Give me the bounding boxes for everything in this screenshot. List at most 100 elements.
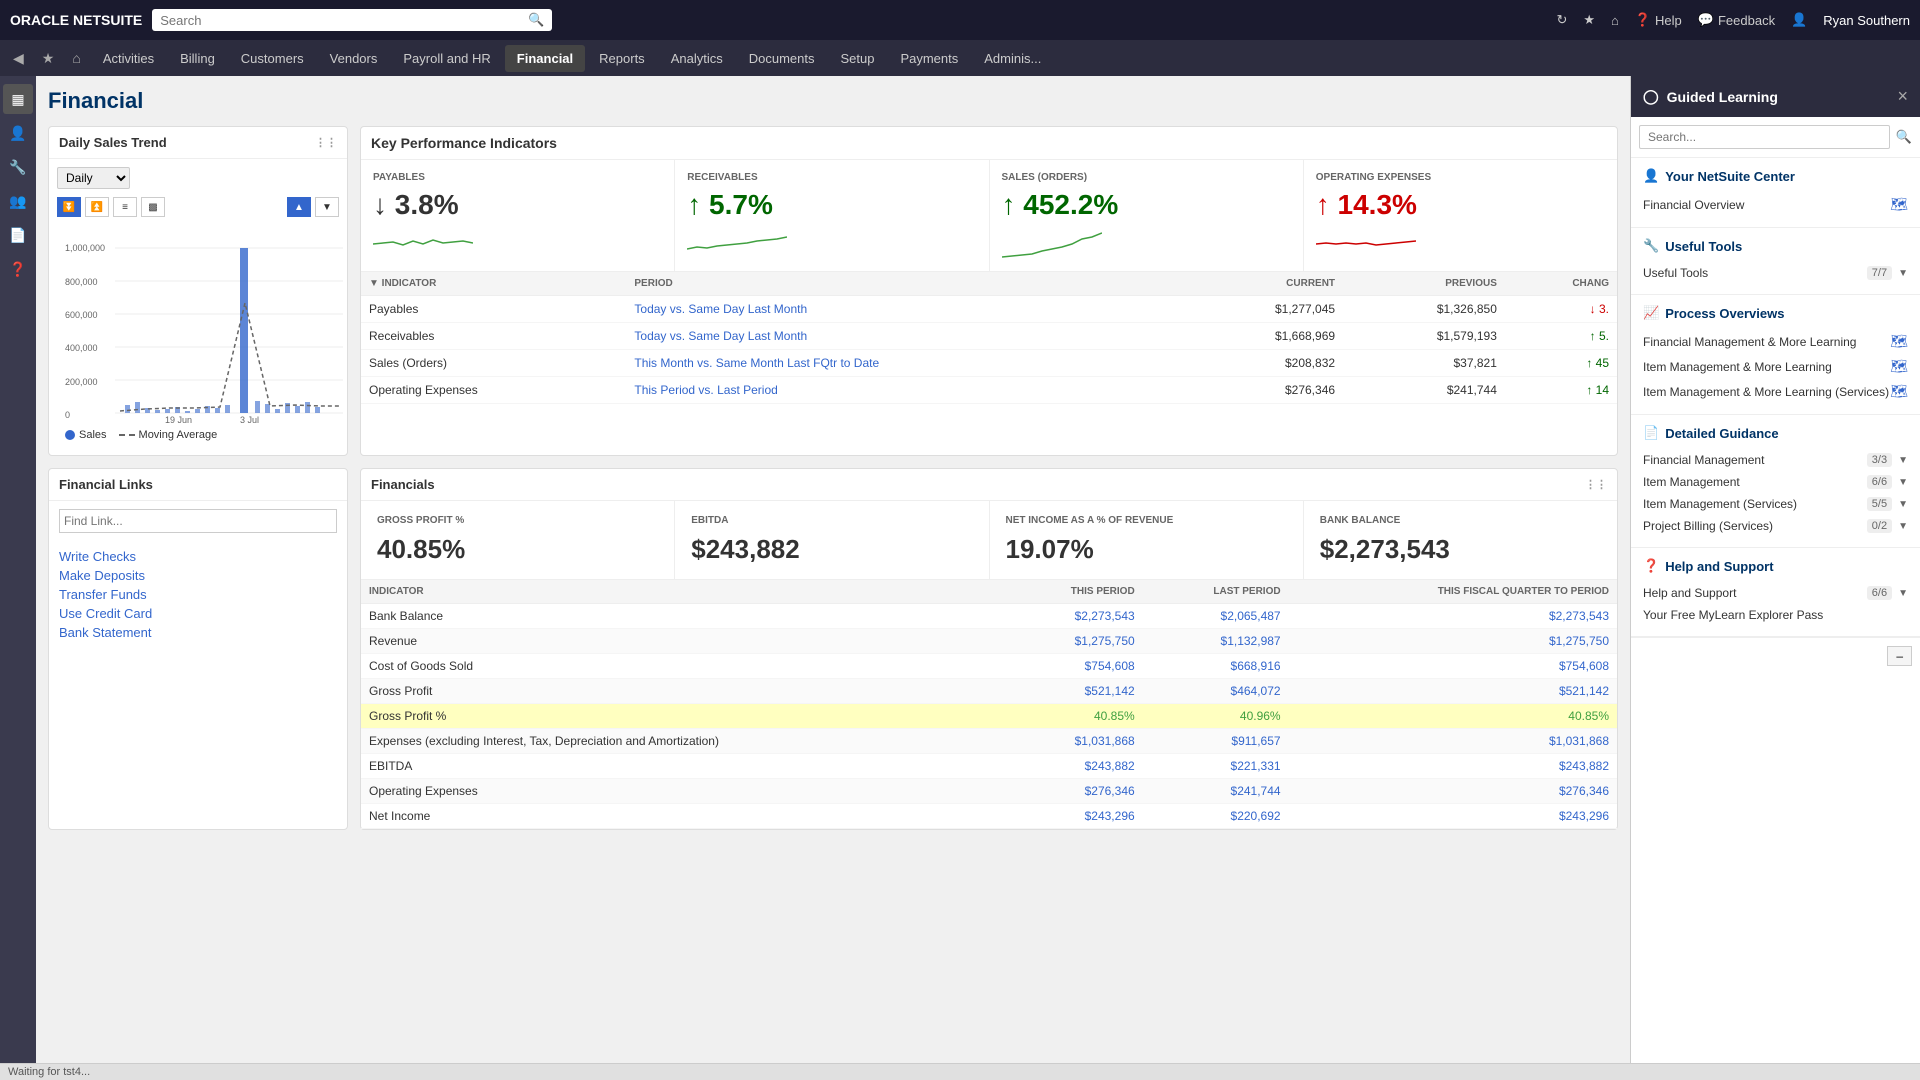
fin-row-gp-last[interactable]: $464,072 xyxy=(1143,679,1289,704)
nav-billing[interactable]: Billing xyxy=(168,45,227,72)
legend-sales: Sales xyxy=(65,429,107,441)
guidance-item-ims[interactable]: Item Management (Services) 5/5 ▼ xyxy=(1643,493,1908,515)
kpi-row-payables-period[interactable]: Today vs. Same Day Last Month xyxy=(626,296,1181,323)
guidance-item-fm[interactable]: Financial Management 3/3 ▼ xyxy=(1643,449,1908,471)
link-credit-card[interactable]: Use Credit Card xyxy=(59,604,337,623)
nav-financial[interactable]: Financial xyxy=(505,45,585,72)
nav-admin[interactable]: Adminis... xyxy=(972,45,1053,72)
fin-row-ebitda-this[interactable]: $243,882 xyxy=(1003,754,1143,779)
nav-analytics[interactable]: Analytics xyxy=(659,45,735,72)
fin-row-gppct-quarter[interactable]: 40.85% xyxy=(1289,704,1617,729)
fin-row-opex-this[interactable]: $276,346 xyxy=(1003,779,1143,804)
search-input[interactable] xyxy=(160,13,522,28)
side-icon-users[interactable]: 👥 xyxy=(3,186,33,216)
fin-row-gp-this[interactable]: $521,142 xyxy=(1003,679,1143,704)
refresh-icon[interactable]: ↻ xyxy=(1556,12,1567,28)
daily-sales-title: Daily Sales Trend xyxy=(59,135,167,150)
fin-row-exp-last[interactable]: $911,657 xyxy=(1143,729,1289,754)
guidance-item-im[interactable]: Item Management 6/6 ▼ xyxy=(1643,471,1908,493)
fin-row-bank-this[interactable]: $2,273,543 xyxy=(1003,604,1143,629)
search-bar[interactable]: 🔍 xyxy=(152,9,552,31)
chart-icon-zoom-in[interactable]: ▲ xyxy=(287,197,311,217)
mylearn-item[interactable]: Your Free MyLearn Explorer Pass xyxy=(1643,604,1908,626)
chart-icon-area[interactable]: ⏫ xyxy=(85,197,109,217)
side-icon-person[interactable]: 👤 xyxy=(3,118,33,148)
fin-row-ebitda-last[interactable]: $221,331 xyxy=(1143,754,1289,779)
home-icon[interactable]: ⌂ xyxy=(1611,13,1619,28)
nav-payroll[interactable]: Payroll and HR xyxy=(391,45,502,72)
guided-close-button[interactable]: × xyxy=(1897,86,1908,107)
fin-row-cogs-this[interactable]: $754,608 xyxy=(1003,654,1143,679)
financial-overview-item[interactable]: Financial Overview 🗺 xyxy=(1643,192,1908,217)
fin-row-rev-this[interactable]: $1,275,750 xyxy=(1003,629,1143,654)
fin-row-opex-last[interactable]: $241,744 xyxy=(1143,779,1289,804)
nav-documents[interactable]: Documents xyxy=(737,45,827,72)
kpi-row-recv-period[interactable]: Today vs. Same Day Last Month xyxy=(626,323,1181,350)
side-icon-question[interactable]: ❓ xyxy=(3,254,33,284)
process-item-2[interactable]: Item Management & More Learning 🗺 xyxy=(1643,354,1908,379)
nav-customers[interactable]: Customers xyxy=(229,45,316,72)
fin-row-bank-last[interactable]: $2,065,487 xyxy=(1143,604,1289,629)
fin-row-ni-last[interactable]: $220,692 xyxy=(1143,804,1289,829)
kpi-row-sales-period[interactable]: This Month vs. Same Month Last FQtr to D… xyxy=(626,350,1181,377)
svg-text:19 Jun: 19 Jun xyxy=(165,415,192,423)
help-btn[interactable]: ❓ Help xyxy=(1635,12,1682,28)
nav-home-icon[interactable]: ⌂ xyxy=(64,44,88,72)
chart-icon-bar[interactable]: ▩ xyxy=(141,197,165,217)
help-support-item[interactable]: Help and Support 6/6 ▼ xyxy=(1643,582,1908,604)
fin-row-cogs-quarter[interactable]: $754,608 xyxy=(1289,654,1617,679)
side-icon-doc[interactable]: 📄 xyxy=(3,220,33,250)
fin-row-ebitda-quarter[interactable]: $243,882 xyxy=(1289,754,1617,779)
guidance-im-right: 6/6 ▼ xyxy=(1867,475,1908,489)
nav-vendors[interactable]: Vendors xyxy=(318,45,390,72)
process-item-1[interactable]: Financial Management & More Learning 🗺 xyxy=(1643,329,1908,354)
link-transfer-funds[interactable]: Transfer Funds xyxy=(59,585,337,604)
fin-row-gppct-last[interactable]: 40.96% xyxy=(1143,704,1289,729)
fin-links-list: Write Checks Make Deposits Transfer Fund… xyxy=(49,541,347,648)
link-make-deposits[interactable]: Make Deposits xyxy=(59,566,337,585)
process-item-3[interactable]: Item Management & More Learning (Service… xyxy=(1643,379,1908,404)
guided-search-input[interactable] xyxy=(1639,125,1890,149)
table-row: Receivables Today vs. Same Day Last Mont… xyxy=(361,323,1617,350)
kpi-opex-value: ↑ 14.3% xyxy=(1316,189,1605,221)
fin-row-bank-quarter[interactable]: $2,273,543 xyxy=(1289,604,1617,629)
period-select[interactable]: Daily Weekly Monthly xyxy=(57,167,130,189)
chart-icon-zoom-out[interactable]: ▼ xyxy=(315,197,339,217)
kpi-row-opex-period[interactable]: This Period vs. Last Period xyxy=(626,377,1181,404)
link-write-checks[interactable]: Write Checks xyxy=(59,547,337,566)
status-bar: Waiting for tst4... xyxy=(0,1063,1920,1080)
favorites-icon[interactable]: ★ xyxy=(34,44,63,73)
chart-icon-line[interactable]: ⏬ xyxy=(57,197,81,217)
useful-tools-item[interactable]: Useful Tools 7/7 ▼ xyxy=(1643,262,1908,284)
kpi-sales-chart xyxy=(1002,229,1291,259)
collapse-button[interactable]: – xyxy=(1887,646,1912,666)
link-bank-statement[interactable]: Bank Statement xyxy=(59,623,337,642)
fin-row-gp-quarter[interactable]: $521,142 xyxy=(1289,679,1617,704)
nav-reports[interactable]: Reports xyxy=(587,45,657,72)
star-icon[interactable]: ★ xyxy=(1583,12,1595,28)
user-icon[interactable]: 👤 xyxy=(1791,12,1807,28)
guided-search-icon[interactable]: 🔍 xyxy=(1896,129,1912,145)
nav-setup[interactable]: Setup xyxy=(828,45,886,72)
fin-row-ni-this[interactable]: $243,296 xyxy=(1003,804,1143,829)
back-icon[interactable]: ◀ xyxy=(5,44,32,73)
chart-icon-table[interactable]: ≡ xyxy=(113,197,137,217)
nav-payments[interactable]: Payments xyxy=(888,45,970,72)
fin-row-gppct-this[interactable]: 40.85% xyxy=(1003,704,1143,729)
fin-row-exp-this[interactable]: $1,031,868 xyxy=(1003,729,1143,754)
fin-row-opex-quarter[interactable]: $276,346 xyxy=(1289,779,1617,804)
side-icon-wrench[interactable]: 🔧 xyxy=(3,152,33,182)
fin-row-rev-quarter[interactable]: $1,275,750 xyxy=(1289,629,1617,654)
nav-activities[interactable]: Activities xyxy=(91,45,166,72)
table-row: Payables Today vs. Same Day Last Month $… xyxy=(361,296,1617,323)
kpi-row-sales-name: Sales (Orders) xyxy=(361,350,626,377)
fin-row-cogs-last[interactable]: $668,916 xyxy=(1143,654,1289,679)
fin-row-exp-quarter[interactable]: $1,031,868 xyxy=(1289,729,1617,754)
guidance-item-pb[interactable]: Project Billing (Services) 0/2 ▼ xyxy=(1643,515,1908,537)
side-icon-grid[interactable]: ▦ xyxy=(3,84,33,114)
fin-row-rev-last[interactable]: $1,132,987 xyxy=(1143,629,1289,654)
useful-tools-badge: 7/7 xyxy=(1867,266,1892,280)
fin-row-ni-quarter[interactable]: $243,296 xyxy=(1289,804,1617,829)
find-link-input[interactable] xyxy=(59,509,337,533)
feedback-btn[interactable]: 💬 Feedback xyxy=(1698,12,1775,28)
